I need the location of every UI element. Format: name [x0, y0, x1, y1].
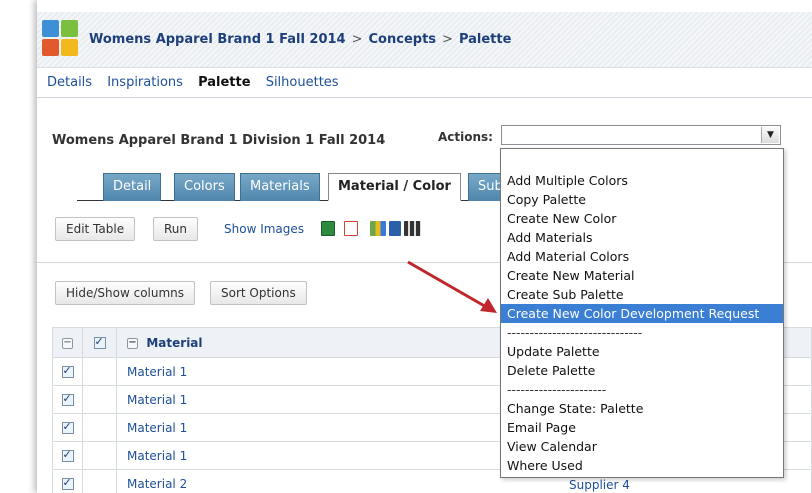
menu-item-add-multiple-colors[interactable]: Add Multiple Colors — [501, 171, 783, 190]
row-empty-cell — [82, 469, 117, 493]
menu-item-view-calendar[interactable]: View Calendar — [501, 437, 783, 456]
breadcrumb-brand[interactable]: Womens Apparel Brand 1 Fall 2014 — [89, 32, 346, 47]
collapse-column-icon[interactable]: − — [127, 337, 138, 349]
menu-separator: ------------------------------ — [507, 325, 643, 340]
subnav-palette[interactable]: Palette — [198, 75, 250, 90]
row-checkbox[interactable] — [61, 392, 74, 406]
excel-export-icon[interactable] — [321, 221, 335, 236]
row-select-cell — [52, 469, 83, 493]
row-checkbox[interactable] — [61, 448, 74, 462]
division-title: Womens Apparel Brand 1 Division 1 Fall 2… — [52, 133, 386, 148]
menu-item-create-sub-palette[interactable]: Create Sub Palette — [501, 285, 783, 304]
actions-label: Actions: — [438, 130, 493, 144]
menu-item-add-materials[interactable]: Add Materials — [501, 228, 783, 247]
row-select-cell — [52, 385, 83, 414]
menu-item-where-used[interactable]: Where Used — [501, 456, 783, 475]
filmstrip-icon[interactable] — [404, 221, 421, 236]
tab-materials[interactable]: Materials — [240, 173, 320, 201]
supplier-cell[interactable]: Supplier 4 — [569, 478, 630, 492]
menu-item-add-material-colors[interactable]: Add Material Colors — [501, 247, 783, 266]
color-swatch-icon[interactable] — [370, 221, 386, 236]
header-select-cell — [82, 327, 117, 358]
edit-table-button[interactable]: Edit Table — [55, 217, 136, 241]
breadcrumb-palette[interactable]: Palette — [459, 32, 511, 47]
subnav-divider — [37, 97, 812, 98]
show-images-link[interactable]: Show Images — [224, 222, 304, 236]
row-select-cell — [52, 441, 83, 470]
pdf-export-icon[interactable] — [344, 221, 358, 236]
subnav-details[interactable]: Details — [47, 75, 92, 90]
header-bar: Womens Apparel Brand 1 Fall 2014 > Concept… — [37, 12, 812, 68]
menu-item-delete-palette[interactable]: Delete Palette — [501, 361, 783, 380]
image-view-icon[interactable] — [389, 221, 401, 236]
menu-item-create-color-development-request[interactable]: Create New Color Development Request — [501, 304, 783, 323]
run-button[interactable]: Run — [153, 217, 199, 241]
subnav-inspirations[interactable]: Inspirations — [107, 75, 183, 90]
app-logo-icon — [42, 20, 78, 56]
breadcrumb: Womens Apparel Brand 1 Fall 2014 > Concept… — [89, 32, 511, 47]
row-checkbox[interactable] — [61, 476, 74, 490]
menu-item-change-state[interactable]: Change State: Palette — [501, 399, 783, 418]
menu-item-copy-palette[interactable]: Copy Palette — [501, 190, 783, 209]
sub-navigation: Details Inspirations Palette Silhouettes — [47, 75, 350, 90]
material-column-label[interactable]: Material — [146, 336, 202, 350]
menu-item-update-palette[interactable]: Update Palette — [501, 342, 783, 361]
collapse-icon[interactable]: − — [62, 337, 73, 349]
tab-detail[interactable]: Detail — [103, 173, 162, 201]
row-empty-cell — [82, 385, 117, 414]
subnav-silhouettes[interactable]: Silhouettes — [266, 75, 339, 90]
breadcrumb-concepts[interactable]: Concepts — [369, 32, 437, 47]
app-frame: Womens Apparel Brand 1 Fall 2014 > Concept… — [37, 0, 812, 493]
hide-show-columns-button[interactable]: Hide/Show columns — [55, 281, 196, 305]
chevron-down-icon[interactable]: ▼ — [761, 127, 779, 143]
menu-item-create-new-material[interactable]: Create New Material — [501, 266, 783, 285]
row-empty-cell — [82, 413, 117, 442]
menu-item-create-new-color[interactable]: Create New Color — [501, 209, 783, 228]
tab-material-color[interactable]: Material / Color — [328, 173, 461, 201]
row-empty-cell — [82, 357, 117, 386]
actions-select[interactable]: ▼ — [501, 125, 781, 145]
menu-separator: ---------------------- — [507, 382, 607, 397]
row-checkbox[interactable] — [61, 364, 74, 378]
breadcrumb-separator: > — [442, 32, 453, 47]
sort-options-button[interactable]: Sort Options — [210, 281, 307, 305]
header-collapse-cell: − — [52, 327, 83, 358]
select-all-checkbox[interactable] — [93, 335, 106, 349]
row-checkbox[interactable] — [61, 420, 74, 434]
breadcrumb-separator: > — [351, 32, 363, 47]
row-select-cell — [52, 357, 83, 386]
actions-dropdown-menu: Add Multiple Colors Copy Palette Create … — [500, 148, 784, 478]
row-empty-cell — [82, 441, 117, 470]
tab-colors[interactable]: Colors — [174, 173, 235, 201]
row-select-cell — [52, 413, 83, 442]
menu-item-email-page[interactable]: Email Page — [501, 418, 783, 437]
